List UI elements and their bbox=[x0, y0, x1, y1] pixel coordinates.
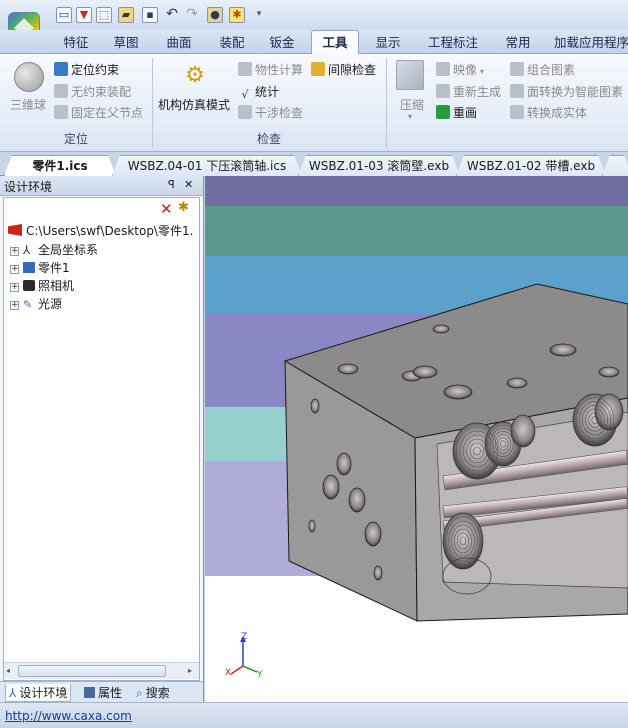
mechanism-sim-button[interactable]: 机构仿真模式 bbox=[158, 96, 230, 114]
interference-icon bbox=[238, 105, 252, 119]
compress-dropdown-icon[interactable]: ▾ bbox=[408, 112, 412, 121]
redo-icon[interactable]: ↷ bbox=[184, 7, 200, 23]
tab-feature[interactable]: 特征 bbox=[58, 33, 94, 53]
doc-tab-wsbz-01-03[interactable]: WSBZ.01-03 滚筒壁.exb bbox=[298, 155, 460, 176]
tab-drawing-annotation[interactable]: 工程标注 bbox=[424, 33, 482, 53]
axis-triad-icon bbox=[230, 636, 258, 675]
3d-ball-button[interactable]: 三维球 bbox=[10, 96, 46, 114]
physical-calc-icon bbox=[238, 62, 252, 76]
tab-display[interactable]: 显示 bbox=[370, 33, 406, 53]
locate-constraint-icon bbox=[54, 62, 68, 76]
locate-constraint-button[interactable]: 定位约束 bbox=[54, 61, 119, 79]
smart-render-icon[interactable]: ✱ bbox=[178, 200, 189, 215]
delete-icon[interactable]: ✕ bbox=[160, 200, 173, 218]
tree-item-light[interactable]: + ✎ 光源 bbox=[10, 295, 62, 313]
axis-label-z: Z bbox=[241, 632, 248, 642]
gap-check-button[interactable]: 间隙检查 bbox=[311, 61, 376, 79]
fix-in-parent-button[interactable]: 固定在父节点 bbox=[54, 104, 143, 122]
tab-surface[interactable]: 曲面 bbox=[161, 33, 197, 53]
redraw-icon bbox=[436, 105, 450, 119]
tree-item-global-coords[interactable]: + ⅄ 全局坐标系 bbox=[10, 241, 98, 259]
tree-icon: ⅄ bbox=[9, 686, 17, 700]
customize-arrow-icon[interactable]: ▾ bbox=[251, 7, 267, 23]
save-as-icon[interactable]: ▼ bbox=[76, 7, 92, 23]
mapping-button[interactable]: 映像 ▾ bbox=[436, 61, 484, 79]
search-icon: ⌕ bbox=[136, 686, 143, 700]
undo-icon[interactable]: ↶ bbox=[164, 7, 180, 23]
tree-item-part1[interactable]: + 零件1 bbox=[10, 259, 70, 277]
tab-sheet-metal[interactable]: 钣金 bbox=[264, 33, 300, 53]
group-locate-label: 定位 bbox=[63, 132, 88, 146]
combine-pattern-button[interactable]: 组合图素 bbox=[510, 61, 575, 79]
save-icon[interactable]: ▪ bbox=[142, 7, 158, 23]
properties-icon bbox=[84, 687, 95, 698]
doc-tab-wsbz-01-02[interactable]: WSBZ.01-02 带槽.exb bbox=[456, 155, 606, 176]
regenerate-button[interactable]: 重新生成 bbox=[436, 83, 501, 101]
website-link[interactable]: http://www.caxa.com bbox=[5, 709, 132, 723]
expand-icon[interactable]: + bbox=[10, 265, 19, 274]
doc-tab-wsbz-04-01[interactable]: WSBZ.04-01 下压滚筒轴.ics bbox=[112, 155, 302, 176]
statistics-button[interactable]: √ 统计 bbox=[238, 83, 279, 101]
3d-viewport[interactable]: Z X Y bbox=[205, 176, 628, 702]
axis-label-x: X bbox=[225, 668, 232, 678]
expand-icon[interactable]: + bbox=[10, 301, 19, 310]
light-icon: ✎ bbox=[23, 298, 33, 311]
pin-icon[interactable]: ꟼ bbox=[168, 178, 175, 191]
axis-label-y: Y bbox=[257, 670, 263, 680]
environment-icon bbox=[8, 224, 22, 236]
expand-icon[interactable]: + bbox=[10, 283, 19, 292]
fix-in-parent-icon bbox=[54, 105, 68, 119]
redraw-button[interactable]: 重画 bbox=[436, 104, 477, 122]
no-constraint-icon bbox=[54, 84, 68, 98]
part-model[interactable] bbox=[205, 176, 628, 702]
tab-common[interactable]: 常用 bbox=[500, 33, 536, 53]
tree-horizontal-scrollbar[interactable]: ◂ ▸ bbox=[4, 662, 199, 679]
scroll-right-icon[interactable]: ▸ bbox=[188, 666, 192, 675]
new-file-icon[interactable]: ▭ bbox=[56, 7, 72, 23]
tab-design-environment[interactable]: ⅄ 设计环境 bbox=[5, 684, 72, 702]
tab-sketch[interactable]: 草图 bbox=[108, 33, 144, 53]
combine-icon bbox=[510, 62, 524, 76]
gear-icon[interactable]: ⚙ bbox=[180, 62, 210, 90]
3d-ball-icon[interactable] bbox=[14, 62, 44, 92]
compress-icon[interactable] bbox=[396, 60, 424, 90]
physical-calc-button[interactable]: 物性计算 bbox=[238, 61, 303, 79]
scroll-left-icon[interactable]: ◂ bbox=[6, 666, 10, 675]
convert-smart-icon bbox=[510, 84, 524, 98]
tree-root[interactable]: C:\Users\swf\Desktop\零件1. bbox=[8, 222, 193, 240]
interference-check-button[interactable]: 干涉检查 bbox=[238, 104, 303, 122]
mapping-icon bbox=[436, 62, 450, 76]
tab-assembly[interactable]: 装配 bbox=[214, 33, 250, 53]
axes-icon: ⅄ bbox=[23, 243, 31, 257]
quick-access-bar bbox=[0, 0, 628, 30]
group-check-label: 检查 bbox=[256, 132, 281, 146]
tree-item-camera[interactable]: + 照相机 bbox=[10, 277, 74, 295]
folder-icon[interactable]: ▰ bbox=[118, 7, 134, 23]
tab-tools[interactable]: 工具 bbox=[316, 33, 354, 53]
3d-ball-quick-icon[interactable]: ● bbox=[207, 7, 223, 23]
close-icon[interactable]: ✕ bbox=[184, 178, 193, 191]
regenerate-icon bbox=[436, 84, 450, 98]
no-constraint-assembly-button[interactable]: 无约束装配 bbox=[54, 83, 131, 101]
gap-check-icon bbox=[311, 62, 325, 76]
convert-solid-button[interactable]: 转换成实体 bbox=[510, 104, 587, 122]
open-icon[interactable]: ⬚ bbox=[96, 7, 112, 23]
tab-search[interactable]: ⌕ 搜索 bbox=[136, 684, 170, 701]
smart-render-icon[interactable]: ✱ bbox=[229, 7, 245, 23]
scroll-thumb[interactable] bbox=[18, 665, 166, 677]
convert-smart-button[interactable]: 面转换为智能图素 bbox=[510, 83, 623, 101]
sqrt-icon: √ bbox=[241, 88, 249, 101]
part-icon bbox=[23, 262, 35, 273]
expand-icon[interactable]: + bbox=[10, 247, 19, 256]
group-separator bbox=[386, 58, 387, 148]
tab-properties[interactable]: 属性 bbox=[84, 684, 122, 701]
convert-solid-icon bbox=[510, 105, 524, 119]
tab-load-apps[interactable]: 加载应用程序 bbox=[554, 33, 628, 53]
panel-title: 设计环境 bbox=[4, 180, 53, 194]
doc-tab-part1[interactable]: 零件1.ics bbox=[4, 155, 116, 176]
camera-icon bbox=[23, 280, 35, 291]
